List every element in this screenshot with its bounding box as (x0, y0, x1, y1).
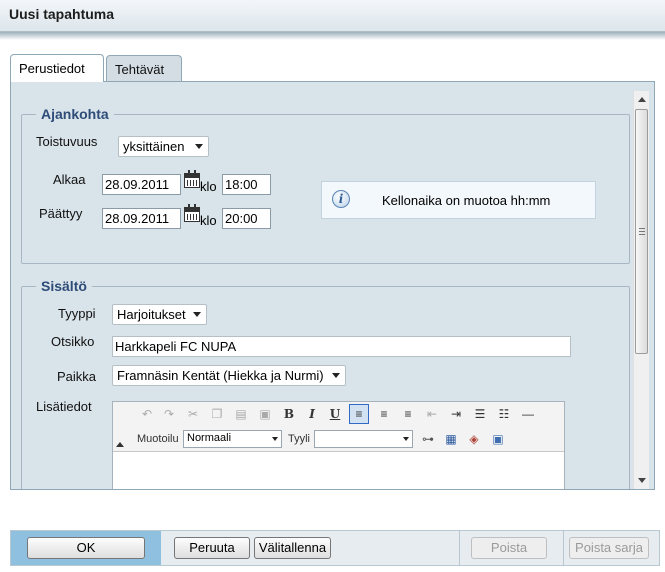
toistuvuus-value: yksittäinen (123, 139, 185, 154)
paattyy-date-input[interactable]: 28.09.2011 (102, 208, 181, 229)
paikka-label: Paikka (57, 369, 97, 384)
toistuvuus-select[interactable]: yksittäinen (118, 136, 209, 157)
undo-icon[interactable]: ↶ (137, 404, 157, 424)
tyyli-label: Tyyli (288, 433, 310, 445)
footer-divider (563, 531, 564, 565)
tyyppi-label: Tyyppi (58, 306, 96, 321)
tab-tehtavat[interactable]: Tehtävät (106, 55, 182, 82)
copy-icon[interactable]: ❐ (207, 404, 227, 424)
align-center-icon[interactable]: ≡ (374, 404, 394, 424)
tyyppi-value: Harjoitukset (117, 307, 186, 322)
form-scroll-area: Ajankohta Toistuvuus yksittäinen Alkaa 2… (21, 93, 631, 489)
chevron-down-icon (195, 144, 203, 149)
tab-panel: Ajankohta Toistuvuus yksittäinen Alkaa 2… (10, 81, 655, 490)
paikka-value: Framnäsin Kentät (Hiekka ja Nurmi) (117, 368, 324, 383)
rich-text-editor[interactable]: ↶ ↷ ✂ ❐ ▤ ▣ B I U ≡ ≡ ≡ ⇤ ⇥ ☰ ☷ ― Muotoi… (112, 401, 565, 489)
footer-bar: OK Peruuta Välitallenna Poista Poista sa… (10, 530, 660, 566)
scroll-down-icon[interactable] (638, 478, 646, 483)
collapse-toolbar-icon[interactable] (116, 442, 124, 447)
calendar-icon[interactable] (184, 204, 200, 222)
sisalto-group: Sisältö Tyyppi Harjoitukset Otsikko Hark… (21, 278, 630, 489)
media-icon[interactable]: ▣ (488, 429, 508, 449)
chevron-down-icon (403, 437, 409, 441)
alkaa-label: Alkaa (53, 172, 86, 187)
editor-toolbar: ↶ ↷ ✂ ❐ ▤ ▣ B I U ≡ ≡ ≡ ⇤ ⇥ ☰ ☷ ― Muotoi… (113, 402, 564, 452)
cut-icon[interactable]: ✂ (183, 404, 203, 424)
align-right-icon[interactable]: ≡ (398, 404, 418, 424)
muotoilu-value: Normaali (187, 432, 232, 444)
otsikko-input[interactable]: Harkkapeli FC NUPA (112, 336, 571, 357)
table-icon[interactable]: ▦ (441, 429, 461, 449)
delete-button[interactable]: Poista (471, 537, 547, 559)
form-scrollbar[interactable] (633, 91, 649, 489)
window-title: Uusi tapahtuma (9, 6, 115, 22)
muotoilu-label: Muotoilu (137, 433, 179, 445)
paattyy-klo-label: klo (200, 213, 217, 228)
ajankohta-group: Ajankohta Toistuvuus yksittäinen Alkaa 2… (21, 106, 630, 264)
underline-icon[interactable]: U (325, 404, 345, 424)
bullet-list-icon[interactable]: ☰ (470, 404, 490, 424)
ok-button[interactable]: OK (27, 537, 145, 559)
ok-area: OK (11, 531, 161, 565)
save-draft-button[interactable]: Välitallenna (254, 537, 331, 559)
scrollbar-thumb[interactable] (635, 109, 648, 354)
chevron-down-icon (193, 312, 201, 317)
lisatiedot-label: Lisätiedot (36, 399, 92, 414)
chevron-down-icon (332, 373, 340, 378)
link-icon[interactable]: ⊶ (418, 429, 438, 449)
paattyy-time-input[interactable]: 20:00 (222, 208, 271, 229)
paste-word-icon[interactable]: ▣ (255, 404, 275, 424)
outdent-icon[interactable]: ⇤ (422, 404, 442, 424)
italic-icon[interactable]: I (302, 404, 322, 424)
delete-series-button[interactable]: Poista sarja (569, 537, 649, 559)
paikka-select[interactable]: Framnäsin Kentät (Hiekka ja Nurmi) (112, 365, 346, 386)
tyyli-select[interactable] (314, 430, 413, 448)
footer-divider (459, 531, 460, 565)
redo-icon[interactable]: ↷ (159, 404, 179, 424)
image-icon[interactable]: ◈ (464, 429, 484, 449)
info-message: Kellonaika on muotoa hh:mm (382, 193, 551, 208)
toistuvuus-label: Toistuvuus (36, 134, 98, 149)
tyyppi-select[interactable]: Harjoitukset (112, 304, 207, 325)
horizontal-rule-icon[interactable]: ― (518, 404, 538, 424)
info-box: i Kellonaika on muotoa hh:mm (321, 181, 596, 219)
tab-perustiedot[interactable]: Perustiedot (10, 54, 104, 82)
alkaa-klo-label: klo (200, 179, 217, 194)
sisalto-legend: Sisältö (36, 278, 92, 294)
scroll-up-icon[interactable] (638, 97, 646, 102)
grip-icon (639, 228, 645, 235)
paattyy-label: Päättyy (39, 206, 83, 221)
paste-icon[interactable]: ▤ (231, 404, 251, 424)
otsikko-label: Otsikko (51, 334, 95, 349)
ajankohta-legend: Ajankohta (36, 106, 114, 122)
calendar-icon[interactable] (184, 170, 200, 188)
alkaa-date-input[interactable]: 28.09.2011 (102, 174, 181, 195)
title-bar: Uusi tapahtuma (0, 0, 665, 32)
chevron-down-icon (272, 437, 278, 441)
cancel-button[interactable]: Peruuta (174, 537, 250, 559)
numbered-list-icon[interactable]: ☷ (494, 404, 514, 424)
info-icon: i (332, 190, 350, 208)
alkaa-time-input[interactable]: 18:00 (222, 174, 271, 195)
bold-icon[interactable]: B (279, 404, 299, 424)
indent-icon[interactable]: ⇥ (446, 404, 466, 424)
align-left-icon[interactable]: ≡ (349, 404, 369, 424)
muotoilu-select[interactable]: Normaali (183, 430, 282, 448)
title-strip (0, 32, 665, 40)
